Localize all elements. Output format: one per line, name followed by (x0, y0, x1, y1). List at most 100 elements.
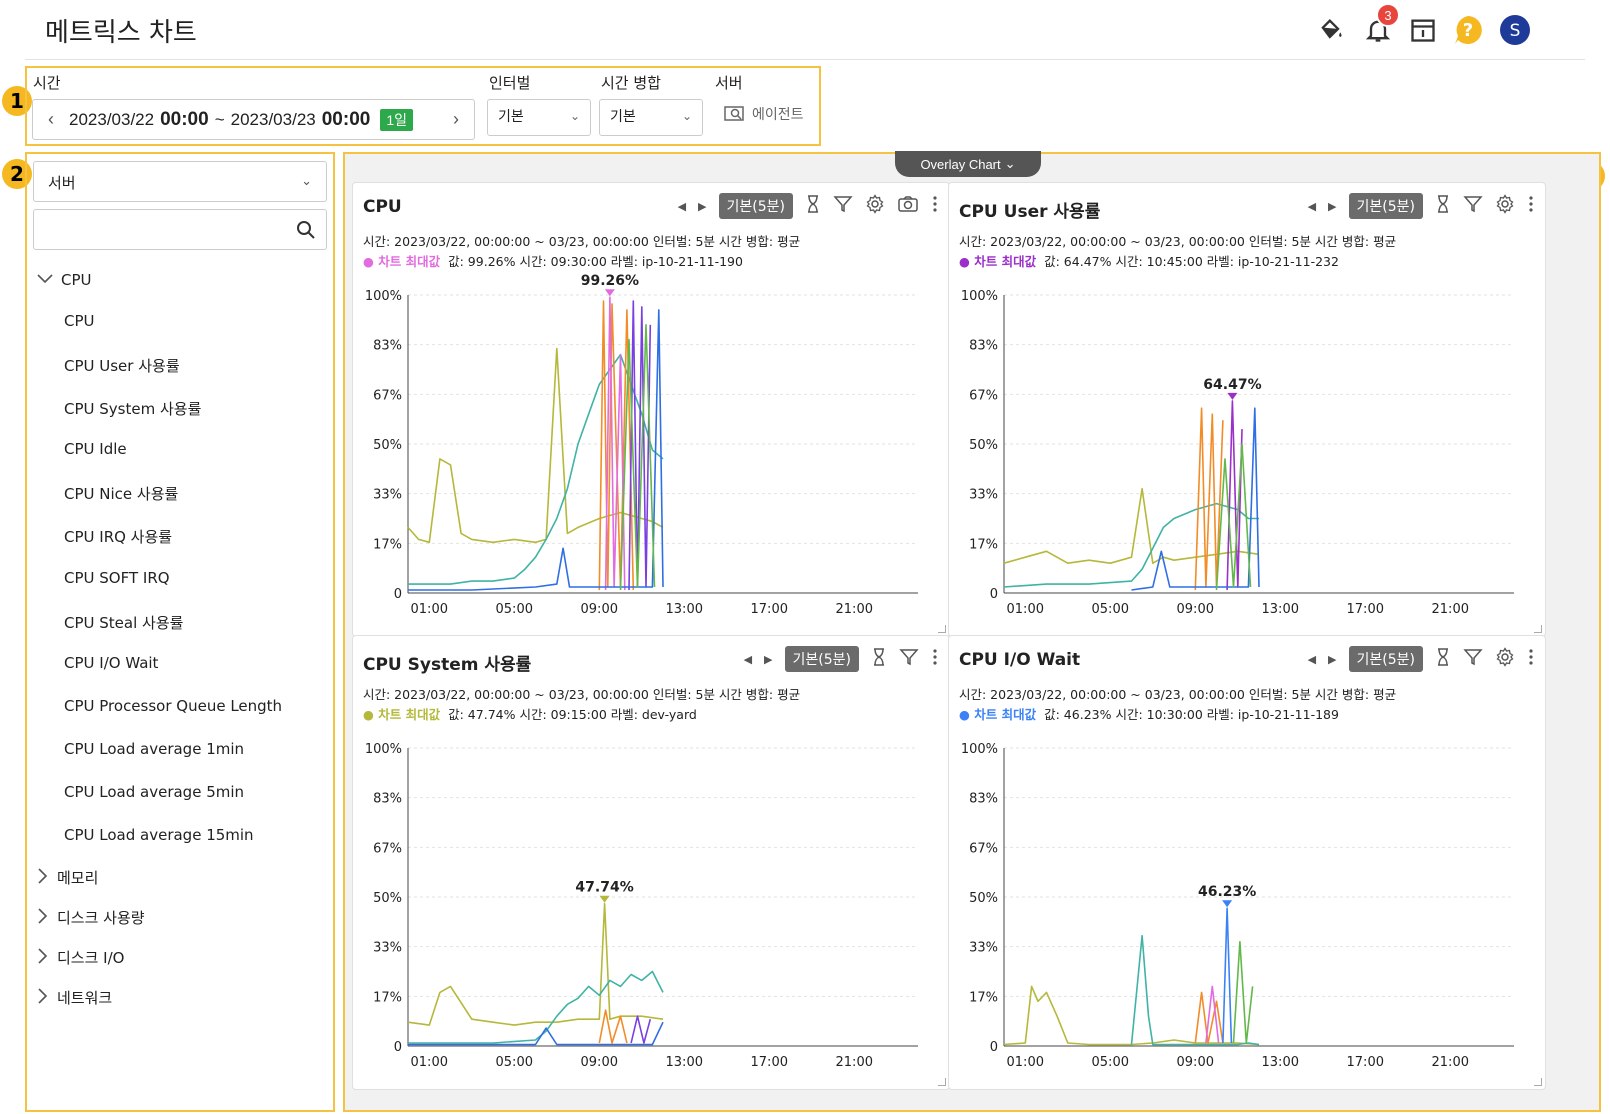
chevron-right-icon[interactable]: › (438, 109, 474, 130)
gear-icon[interactable] (1495, 646, 1515, 672)
time-range-text[interactable]: 2023/03/22 00:00 ~ 2023/03/23 00:00 1일 (69, 108, 438, 131)
merge-label: 시간 병합 (601, 74, 661, 92)
filter-icon[interactable] (1463, 195, 1483, 218)
filter-icon[interactable] (833, 195, 853, 218)
line-chart: 100% 83% 67% 50% 33% 17% 0 01:00 05:00 09:00 13:00… (365, 742, 918, 1070)
search-input[interactable] (33, 209, 327, 250)
header-divider (25, 59, 1585, 60)
chart-max-info: ● 차트 최대값 값: 99.26% 시간: 09:30:00 라벨: ip-10… (363, 251, 743, 270)
hourglass-icon[interactable] (805, 194, 821, 219)
y-tick-label: 50% (969, 438, 998, 453)
tree-item[interactable]: CPU System 사용률 (64, 398, 201, 419)
next-arrow-icon[interactable]: ▶ (1328, 653, 1336, 666)
tree-item[interactable]: CPU Load average 5min (64, 783, 244, 801)
chevron-left-icon[interactable]: ‹ (33, 109, 69, 130)
x-tick-label: 17:00 (1347, 1055, 1384, 1070)
x-tick-label: 17:00 (751, 1055, 788, 1070)
filter-icon[interactable] (899, 648, 919, 671)
avatar[interactable]: S (1497, 12, 1533, 48)
more-vertical-icon[interactable] (1527, 648, 1535, 671)
chart-title: CPU I/O Wait (959, 650, 1081, 670)
x-tick-label: 01:00 (411, 1055, 448, 1070)
prev-arrow-icon[interactable]: ◀ (1308, 200, 1316, 213)
x-tick-label: 01:00 (1007, 602, 1044, 617)
y-tick-label: 67% (373, 388, 402, 403)
tree-item[interactable]: CPU Steal 사용률 (64, 612, 183, 633)
tree-item[interactable]: CPU IRQ 사용률 (64, 526, 172, 547)
y-tick-label: 0 (394, 1040, 402, 1055)
y-tick-label: 17% (373, 537, 402, 552)
prev-arrow-icon[interactable]: ◀ (744, 653, 752, 666)
peak-marker (599, 895, 610, 903)
bell-icon[interactable]: 3 (1360, 3, 1400, 48)
filter-icon[interactable] (1463, 648, 1483, 671)
merge-select[interactable]: 기본 ⌄ (599, 99, 703, 136)
time-range-picker[interactable]: ‹ 2023/03/22 00:00 ~ 2023/03/23 00:00 1일… (32, 99, 475, 140)
more-vertical-icon[interactable] (931, 195, 939, 218)
x-tick-label: 09:00 (1177, 1055, 1214, 1070)
y-tick-label: 83% (969, 792, 998, 807)
page-title: 메트릭스 차트 (45, 18, 197, 48)
tree-group[interactable]: 디스크 I/O (37, 947, 124, 968)
peak-label: 46.23% (1198, 884, 1256, 900)
hourglass-icon[interactable] (1435, 647, 1451, 672)
chevron-right-icon (37, 868, 49, 888)
tree-group-label: 네트워크 (57, 989, 113, 1008)
tree-group[interactable]: 메모리 (37, 867, 98, 888)
y-tick-label: 50% (373, 891, 402, 906)
x-tick-label: 09:00 (581, 1055, 618, 1070)
chart-card: CPU I/O Wait ◀ ▶ 기본(5분) 시간: 2023/03/22, 00:0… (948, 635, 1546, 1090)
next-arrow-icon[interactable]: ▶ (764, 653, 772, 666)
x-tick-label: 21:00 (836, 1055, 873, 1070)
tree-group[interactable]: 네트워크 (37, 987, 112, 1008)
y-tick-label: 0 (394, 587, 402, 602)
x-tick-label: 13:00 (1262, 602, 1299, 617)
aggregation-button[interactable]: 기본(5분) (1348, 646, 1423, 672)
target-select[interactable]: 서버 ⌄ (33, 161, 327, 202)
more-vertical-icon[interactable] (1527, 195, 1535, 218)
calendar-icon[interactable] (1405, 12, 1441, 48)
tree-group[interactable]: CPU (37, 271, 92, 289)
prev-arrow-icon[interactable]: ◀ (678, 200, 686, 213)
aggregation-button[interactable]: 기본(5분) (1348, 193, 1423, 219)
series-line (598, 1009, 628, 1044)
chevron-right-icon (37, 908, 49, 928)
tree-group[interactable]: 디스크 사용량 (37, 907, 145, 928)
peak-label: 47.74% (575, 880, 633, 896)
duration-badge: 1일 (380, 108, 414, 131)
question-icon[interactable]: ? (1450, 12, 1486, 48)
chart-area: Overlay Chart ⌄ CPU ◀ ▶ 기본(5분) 시간: 2023/03/22… (343, 151, 1601, 1112)
tree-item[interactable]: CPU Processor Queue Length (64, 697, 282, 715)
overlay-chart-tab[interactable]: Overlay Chart ⌄ (895, 151, 1041, 177)
tree-item[interactable]: CPU Load average 15min (64, 826, 254, 844)
hourglass-icon[interactable] (1435, 194, 1451, 219)
tree-item[interactable]: CPU User 사용률 (64, 355, 180, 376)
aggregation-button[interactable]: 기본(5분) (784, 646, 859, 672)
peak-label: 64.47% (1203, 377, 1261, 393)
peak-marker (1222, 900, 1233, 908)
camera-icon[interactable] (897, 195, 919, 218)
x-tick-label: 21:00 (1432, 602, 1469, 617)
tree-item[interactable]: CPU Load average 1min (64, 740, 244, 758)
prev-arrow-icon[interactable]: ◀ (1308, 653, 1316, 666)
tree-item[interactable]: CPU Nice 사용률 (64, 483, 178, 504)
peak-marker (1227, 392, 1238, 400)
agent-button[interactable]: 에이전트 (724, 104, 804, 124)
gear-icon[interactable] (865, 193, 885, 219)
hourglass-icon[interactable] (871, 647, 887, 672)
aggregation-button[interactable]: 기본(5분) (718, 193, 793, 219)
tree-item[interactable]: CPU (64, 312, 95, 330)
interval-select[interactable]: 기본 ⌄ (487, 99, 591, 136)
tree-item[interactable]: CPU I/O Wait (64, 654, 158, 672)
x-tick-label: 01:00 (411, 602, 448, 617)
chevron-right-icon (37, 948, 49, 968)
interval-label: 인터벌 (489, 74, 531, 92)
next-arrow-icon[interactable]: ▶ (1328, 200, 1336, 213)
more-vertical-icon[interactable] (931, 648, 939, 671)
tree-item[interactable]: CPU Idle (64, 440, 127, 458)
next-arrow-icon[interactable]: ▶ (698, 200, 706, 213)
y-tick-label: 67% (373, 841, 402, 856)
paint-bucket-icon[interactable] (1313, 12, 1349, 48)
tree-item[interactable]: CPU SOFT IRQ (64, 569, 170, 587)
gear-icon[interactable] (1495, 193, 1515, 219)
